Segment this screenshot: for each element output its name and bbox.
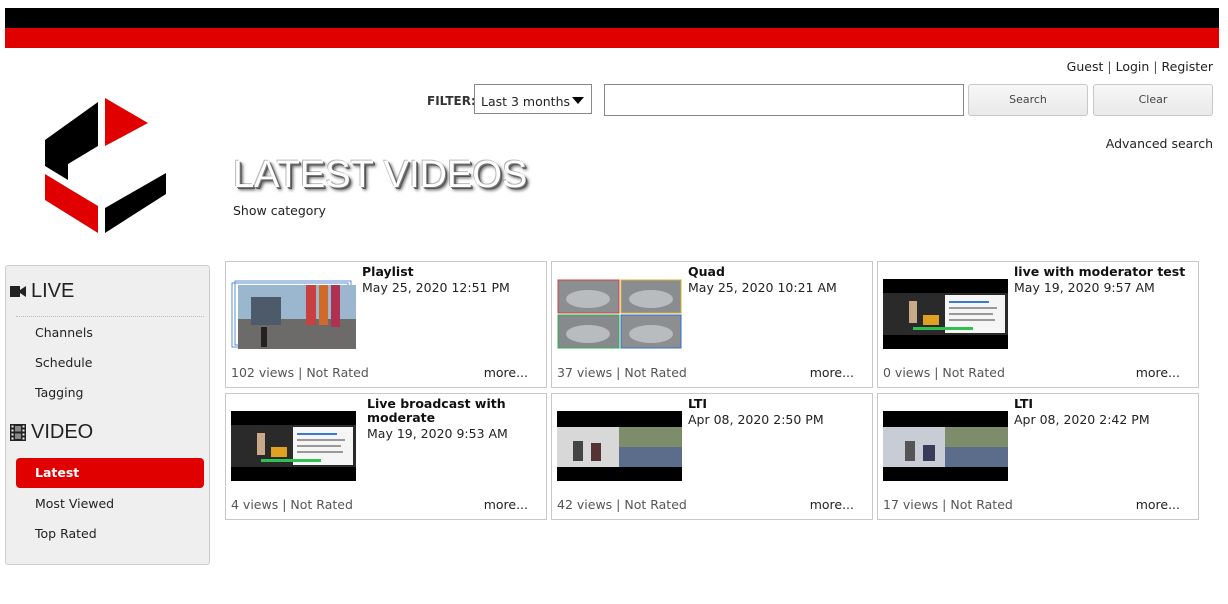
top-bar-red [5, 28, 1219, 48]
video-views: 102 views [231, 365, 295, 380]
video-views: 0 views [883, 365, 931, 380]
video-stats: 42 views | Not Rated [557, 497, 687, 512]
separator: | [1107, 59, 1112, 74]
video-stats: 0 views | Not Rated [883, 365, 1005, 380]
more-link[interactable]: more... [484, 497, 528, 512]
video-views: 17 views [883, 497, 939, 512]
date-filter-select[interactable]: Last 3 months [474, 84, 592, 114]
video-camera-icon [10, 286, 26, 298]
search-button[interactable]: Search [968, 84, 1088, 116]
video-title[interactable]: live with moderator test [1014, 265, 1194, 279]
video-rating: Not Rated [942, 365, 1005, 380]
video-date: May 25, 2020 12:51 PM [362, 280, 510, 295]
video-thumbnail[interactable] [231, 411, 356, 481]
video-views: 4 views [231, 497, 279, 512]
video-thumbnail[interactable] [883, 411, 1008, 481]
advanced-search-link[interactable]: Advanced search [1106, 136, 1213, 151]
video-title[interactable]: Live broadcast with moderate [367, 397, 547, 425]
video-date: Apr 08, 2020 2:42 PM [1014, 412, 1150, 427]
video-rating: Not Rated [624, 365, 687, 380]
sidebar [5, 265, 210, 565]
video-date: May 19, 2020 9:57 AM [1014, 280, 1155, 295]
video-card[interactable]: Live broadcast with moderate May 19, 202… [225, 393, 547, 520]
video-rating: Not Rated [624, 497, 687, 512]
video-date: May 19, 2020 9:53 AM [367, 426, 508, 441]
video-card[interactable]: LTI Apr 08, 2020 2:42 PM 17 views | Not … [877, 393, 1199, 520]
more-link[interactable]: more... [810, 365, 854, 380]
site-logo-icon[interactable] [30, 88, 180, 238]
more-link[interactable]: more... [1136, 365, 1180, 380]
show-category-link[interactable]: Show category [233, 203, 326, 218]
video-views: 37 views [557, 365, 613, 380]
video-rating: Not Rated [306, 365, 369, 380]
clear-button[interactable]: Clear [1093, 84, 1213, 116]
more-link[interactable]: more... [1136, 497, 1180, 512]
video-title[interactable]: LTI [688, 397, 868, 411]
video-views: 42 views [557, 497, 613, 512]
search-input[interactable] [604, 84, 964, 116]
video-rating: Not Rated [290, 497, 353, 512]
filter-selected-value: Last 3 months [481, 94, 571, 109]
filter-label: FILTER: [427, 94, 476, 108]
sidebar-heading-live: LIVE [10, 280, 74, 303]
more-link[interactable]: more... [484, 365, 528, 380]
video-thumbnail[interactable] [557, 411, 682, 481]
sidebar-item-channels[interactable]: Channels [35, 325, 93, 340]
section-divider [16, 316, 204, 317]
sidebar-item-schedule[interactable]: Schedule [35, 355, 92, 370]
video-thumbnail[interactable] [557, 279, 682, 349]
video-thumbnail[interactable] [231, 279, 356, 349]
caret-down-icon [572, 97, 584, 104]
page-title: LATEST VIDEOS [233, 154, 528, 196]
register-link[interactable]: Register [1162, 59, 1213, 74]
video-card[interactable]: Quad May 25, 2020 10:21 AM 37 views | No… [551, 261, 873, 388]
more-link[interactable]: more... [810, 497, 854, 512]
video-title[interactable]: Quad [688, 265, 868, 279]
video-heading-label: VIDEO [31, 421, 94, 443]
video-title[interactable]: Playlist [362, 265, 542, 279]
video-stats: 102 views | Not Rated [231, 365, 369, 380]
sidebar-heading-video: VIDEO [10, 421, 93, 444]
video-stats: 17 views | Not Rated [883, 497, 1013, 512]
video-date: May 25, 2020 10:21 AM [688, 280, 837, 295]
video-card[interactable]: LTI Apr 08, 2020 2:50 PM 42 views | Not … [551, 393, 873, 520]
video-rating: Not Rated [950, 497, 1013, 512]
video-stats: 37 views | Not Rated [557, 365, 687, 380]
video-card[interactable]: live with moderator test May 19, 2020 9:… [877, 261, 1199, 388]
live-heading-label: LIVE [31, 280, 75, 302]
sidebar-item-latest[interactable]: Latest [16, 458, 204, 488]
separator: | [1153, 59, 1158, 74]
video-date: Apr 08, 2020 2:50 PM [688, 412, 824, 427]
video-thumbnail[interactable] [883, 279, 1008, 349]
top-bar-black [5, 8, 1219, 28]
film-icon [10, 424, 26, 442]
sidebar-item-most-viewed[interactable]: Most Viewed [35, 496, 114, 511]
login-link[interactable]: Login [1116, 59, 1150, 74]
video-title[interactable]: LTI [1014, 397, 1194, 411]
video-stats: 4 views | Not Rated [231, 497, 353, 512]
user-links: Guest | Login | Register [1067, 59, 1213, 74]
sidebar-item-top-rated[interactable]: Top Rated [35, 526, 97, 541]
video-card[interactable]: Playlist May 25, 2020 12:51 PM 102 views… [225, 261, 547, 388]
guest-link[interactable]: Guest [1067, 59, 1104, 74]
sidebar-item-tagging[interactable]: Tagging [35, 385, 83, 400]
